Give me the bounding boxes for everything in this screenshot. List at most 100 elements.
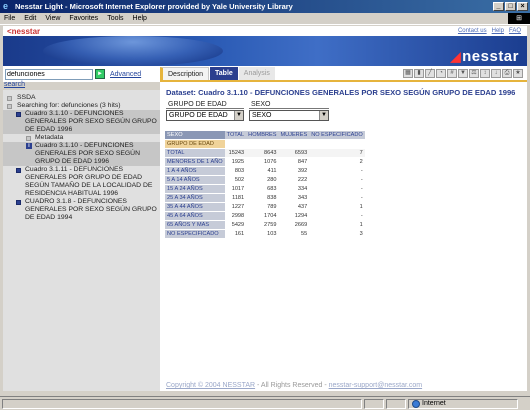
download-icon[interactable]: ↓ xyxy=(491,69,501,78)
advanced-search-link[interactable]: Advanced xyxy=(110,71,141,78)
row-label[interactable]: 25 A 34 AÑOS xyxy=(165,194,225,202)
tree-item-search-results[interactable]: Searching for: defunciones (3 hits) xyxy=(3,102,160,110)
column-header[interactable]: HOMBRES xyxy=(246,131,279,139)
row-label[interactable]: NO ESPECIFICADO xyxy=(165,230,225,238)
search-go-button[interactable]: ► xyxy=(95,69,105,79)
table-cell: 1017 xyxy=(224,185,247,193)
column-header[interactable]: TOTAL xyxy=(224,131,247,139)
table-cell: 2 xyxy=(309,158,365,166)
tree-item-dataset-3-1-10[interactable]: Cuadro 3.1.10 - DEFUNCIONES GENERALES PO… xyxy=(3,110,160,134)
print-icon[interactable]: ⎙ xyxy=(502,69,512,78)
tree-item-ssda[interactable]: SSDA xyxy=(3,94,160,102)
column-dimension-header[interactable]: SEXO xyxy=(165,131,225,139)
help-link[interactable]: Help xyxy=(492,28,504,34)
tab-analysis[interactable]: Analysis xyxy=(238,67,275,80)
table-row: 65 AÑOS Y MAS 5429 2759 2669 1 xyxy=(165,221,365,229)
column-header[interactable]: MUJERES xyxy=(278,131,310,139)
maximize-button[interactable]: □ xyxy=(505,2,516,11)
table-cell: 1925 xyxy=(224,158,247,166)
dataset-icon xyxy=(16,112,21,117)
status-bar: Internet xyxy=(0,396,530,410)
table-row: 1 A 4 AÑOS 803 411 392- xyxy=(165,167,365,175)
tab-description[interactable]: Description xyxy=(160,67,210,80)
table-cell: 683 xyxy=(246,185,279,193)
menu-help[interactable]: Help xyxy=(133,15,147,22)
menu-favorites[interactable]: Favorites xyxy=(69,15,98,22)
bar-chart-icon[interactable]: ▮ xyxy=(414,69,424,78)
weight-icon[interactable]: ⚖ xyxy=(469,69,479,78)
table-cell: 803 xyxy=(224,167,247,175)
tree-item-metadata[interactable]: Metadata xyxy=(3,134,160,142)
dataset-title: Dataset: Cuadro 3.1.10 - DEFUNCIONES GEN… xyxy=(166,88,516,97)
table-cell: 161 xyxy=(224,230,247,238)
row-label[interactable]: 15 A 24 AÑOS xyxy=(165,185,225,193)
table-cell: - xyxy=(309,212,365,220)
windows-logo-icon: ⊞ xyxy=(508,13,530,24)
search-input[interactable] xyxy=(5,68,93,80)
column-header[interactable]: NO ESPECIFICADO xyxy=(309,131,365,139)
dataset-icon xyxy=(16,168,21,173)
table-cell: 1181 xyxy=(224,194,247,202)
row-dimension-select[interactable]: GRUPO DE EDAD ▼ xyxy=(166,110,244,121)
security-zone: Internet xyxy=(408,398,518,409)
nesstar-mark-icon: ◢ xyxy=(450,49,462,64)
row-dimension-header[interactable]: GRUPO DE EDAD xyxy=(165,140,225,148)
table-cell: 8643 xyxy=(246,149,279,157)
nesstar-logo: ◢nesstar xyxy=(450,48,519,65)
sort-icon[interactable]: ↕ xyxy=(480,69,490,78)
row-label[interactable]: 65 AÑOS Y MAS xyxy=(165,221,225,229)
filter-icon[interactable]: ▼ xyxy=(458,69,468,78)
tree-item-dataset-3-1-8[interactable]: CUADRO 3.1.8 - DEFUNCIONES GENERALES POR… xyxy=(3,198,160,222)
status-segment xyxy=(364,398,384,409)
contact-link[interactable]: Contact us xyxy=(458,28,487,34)
table-cell: 103 xyxy=(246,230,279,238)
row-label[interactable]: 45 A 64 AÑOS xyxy=(165,212,225,220)
chevron-down-icon: ▼ xyxy=(234,111,243,120)
table-cell: 334 xyxy=(278,185,310,193)
row-dimension-group: GRUPO DE EDAD GRUPO DE EDAD ▼ xyxy=(166,101,244,121)
menu-view[interactable]: View xyxy=(45,15,60,22)
status-text xyxy=(2,398,362,409)
tab-table[interactable]: Table xyxy=(210,67,238,80)
search-link[interactable]: search xyxy=(4,81,25,88)
tree-item-cube-3-1-10[interactable]: i Cuadro 3.1.10 - DEFUNCIONES GENERALES … xyxy=(3,142,160,166)
column-dimension-select[interactable]: SEXO ▼ xyxy=(249,110,329,121)
table-row: MENORES DE 1 AÑO 1925 1076 847 2 xyxy=(165,158,365,166)
table-cell: - xyxy=(309,185,365,193)
line-chart-icon[interactable]: ╱ xyxy=(425,69,435,78)
menu-tools[interactable]: Tools xyxy=(107,15,123,22)
pie-chart-icon[interactable]: ◔ xyxy=(436,69,446,78)
close-button[interactable]: × xyxy=(517,2,528,11)
table-row: 5 A 14 AÑOS 502 280 222- xyxy=(165,176,365,184)
row-label[interactable]: 5 A 14 AÑOS xyxy=(165,176,225,184)
table-view-icon[interactable]: ▦ xyxy=(403,69,413,78)
table-cell: 1227 xyxy=(224,203,247,211)
row-label[interactable]: 35 A 44 AÑOS xyxy=(165,203,225,211)
table-cell: 2998 xyxy=(224,212,247,220)
menu-file[interactable]: File xyxy=(4,15,15,22)
internet-zone-icon xyxy=(412,399,420,408)
minimize-button[interactable]: _ xyxy=(493,2,504,11)
row-label[interactable]: 1 A 4 AÑOS xyxy=(165,167,225,175)
rights-text: - All Rights Reserved - xyxy=(255,382,329,389)
table-cell: 7 xyxy=(309,149,365,157)
globe-image xyxy=(43,36,223,66)
copyright-link[interactable]: Copyright © 2004 NESSTAR xyxy=(166,382,255,389)
table-cell: 55 xyxy=(278,230,310,238)
folder-icon xyxy=(7,104,12,109)
grid-icon[interactable]: # xyxy=(447,69,457,78)
menu-edit[interactable]: Edit xyxy=(24,15,36,22)
faq-link[interactable]: FAQ xyxy=(509,28,521,34)
bookmark-icon[interactable]: ★ xyxy=(513,69,523,78)
tab-bar: Description Table Analysis ▦ ▮ ╱ ◔ # ▼ ⚖… xyxy=(160,66,527,82)
tree-item-dataset-3-1-11[interactable]: Cuadro 3.1.11 - DEFUNCIONES GENERALES PO… xyxy=(3,166,160,198)
nesstar-small-logo: <nesstar xyxy=(7,26,41,36)
row-label[interactable]: MENORES DE 1 AÑO xyxy=(165,158,225,166)
support-email-link[interactable]: nesstar-support@nesstar.com xyxy=(329,382,422,389)
footer: Copyright © 2004 NESSTAR - All Rights Re… xyxy=(166,382,422,389)
table-cell: 1076 xyxy=(246,158,279,166)
row-label[interactable]: TOTAL xyxy=(165,149,225,157)
table-cell: 1 xyxy=(309,221,365,229)
window-title: Nesstar Light - Microsoft Internet Explo… xyxy=(15,2,293,11)
table-cell: 411 xyxy=(246,167,279,175)
